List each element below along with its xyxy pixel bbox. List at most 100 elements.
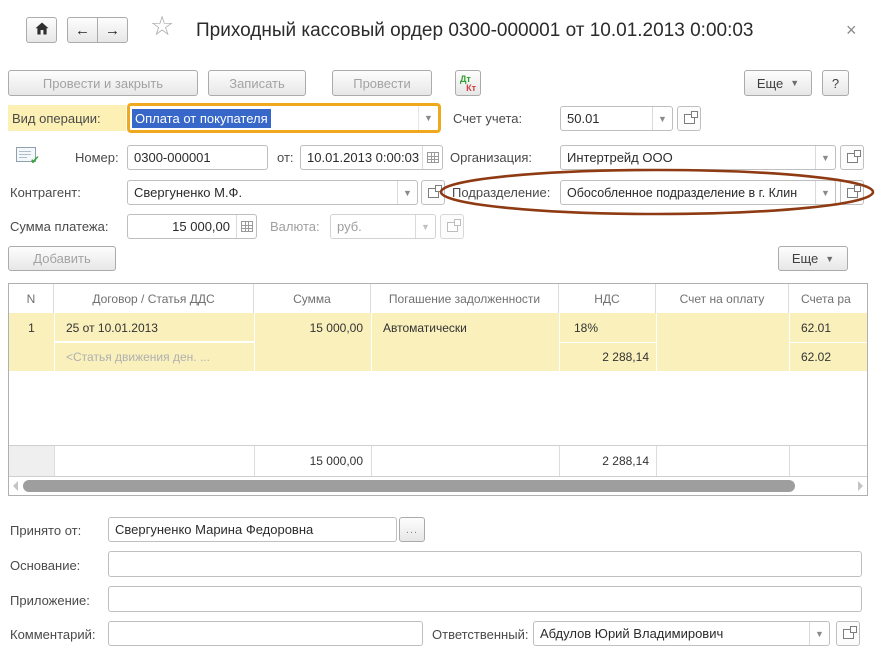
cell-repayment[interactable]: Автоматически — [383, 313, 557, 342]
table-row[interactable]: 1 25 от 10.01.2013 <Статья движения ден.… — [9, 313, 867, 371]
more-button-table[interactable]: Еще ▼ — [778, 246, 848, 271]
received-from-select-button[interactable]: ... — [399, 517, 425, 542]
chevron-down-icon: ▼ — [403, 188, 412, 198]
cell-row-number[interactable]: 1 — [9, 313, 54, 342]
ellipsis-icon: ... — [406, 524, 418, 536]
basis-input[interactable] — [108, 551, 862, 577]
cash-receipt-order-window: ← → ☆ Приходный кассовый ордер 0300-0000… — [0, 0, 877, 658]
account-combo[interactable]: 50.01 ▼ — [560, 106, 673, 131]
appendix-input[interactable] — [108, 586, 862, 612]
scroll-left-icon[interactable] — [13, 481, 18, 491]
post-and-close-button[interactable]: Провести и закрыть — [8, 70, 198, 96]
forward-button[interactable]: → — [97, 17, 128, 43]
chevron-down-icon: ▼ — [421, 222, 430, 232]
help-label: ? — [832, 76, 839, 91]
forward-icon: → — [105, 22, 120, 39]
favorite-star-icon[interactable]: ☆ — [150, 13, 174, 40]
close-icon[interactable]: × — [846, 21, 857, 39]
cell-vat-rate[interactable]: 18% — [574, 313, 654, 342]
received-from-input[interactable] — [108, 517, 397, 542]
more-label: Еще — [757, 76, 783, 91]
date-label: от: — [277, 150, 294, 165]
write-label: Записать — [229, 76, 285, 91]
col-header-accounts[interactable]: Счета ра — [789, 284, 867, 313]
back-button[interactable]: ← — [67, 17, 98, 43]
more-button-top[interactable]: Еще ▼ — [744, 70, 812, 96]
operation-dropdown[interactable]: ▼ — [418, 106, 438, 130]
chevron-down-icon: ▼ — [825, 254, 834, 264]
col-header-sum[interactable]: Сумма — [254, 284, 371, 313]
chevron-down-icon: ▼ — [821, 153, 830, 163]
totals-row-header — [9, 446, 55, 476]
more-label: Еще — [792, 251, 818, 266]
write-button[interactable]: Записать — [208, 70, 306, 96]
total-vat: 2 288,14 — [559, 446, 649, 476]
post-and-close-label: Провести и закрыть — [43, 76, 163, 91]
operation-value: Оплата от покупателя — [132, 109, 271, 128]
col-header-invoice[interactable]: Счет на оплату — [656, 284, 789, 313]
add-label: Добавить — [33, 251, 90, 266]
account-value: 50.01 — [561, 107, 652, 130]
col-header-repayment[interactable]: Погашение задолженности — [371, 284, 559, 313]
scroll-right-icon[interactable] — [858, 481, 863, 491]
horizontal-scrollbar[interactable] — [9, 477, 867, 495]
currency-open-button[interactable] — [440, 214, 464, 239]
responsible-label: Ответственный: — [432, 627, 528, 642]
totals-row: 15 000,00 2 288,14 — [9, 445, 867, 477]
organization-dropdown[interactable]: ▼ — [815, 146, 835, 169]
open-icon — [428, 188, 439, 198]
currency-combo[interactable]: руб. ▼ — [330, 214, 436, 239]
currency-dropdown[interactable]: ▼ — [415, 215, 435, 238]
account-dropdown[interactable]: ▼ — [652, 107, 672, 130]
add-row-button[interactable]: Добавить — [8, 246, 116, 271]
comment-input[interactable] — [108, 621, 423, 646]
cell-vat-sum[interactable]: 2 288,14 — [559, 342, 649, 371]
contractor-value: Свергуненко М.Ф. — [128, 181, 397, 204]
cell-cashflow-placeholder[interactable]: <Статья движения ден. ... — [66, 342, 252, 371]
organization-value: Интертрейд ООО — [561, 146, 815, 169]
dtkt-postings-button[interactable]: Дт Кт — [455, 70, 481, 96]
date-field[interactable]: 10.01.2013 0:00:03 — [300, 145, 443, 170]
currency-label: Валюта: — [270, 219, 320, 234]
cell-advance-account[interactable]: 62.02 — [801, 342, 867, 371]
cell-invoice[interactable] — [656, 313, 789, 342]
received-from-label: Принято от: — [10, 523, 81, 538]
col-header-contract[interactable]: Договор / Статья ДДС — [54, 284, 254, 313]
col-header-vat[interactable]: НДС — [559, 284, 656, 313]
scrollbar-thumb[interactable] — [23, 480, 795, 492]
account-open-button[interactable] — [677, 106, 701, 131]
open-icon — [447, 222, 458, 232]
calculator-button[interactable] — [236, 215, 256, 238]
post-button[interactable]: Провести — [332, 70, 432, 96]
home-button[interactable] — [26, 17, 57, 43]
total-sum: 15 000,00 — [254, 446, 363, 476]
cell-settlement-account[interactable]: 62.01 — [801, 313, 867, 342]
amount-field[interactable]: 15 000,00 — [127, 214, 257, 239]
responsible-combo[interactable]: Абдулов Юрий Владимирович ▼ — [533, 621, 830, 646]
calendar-button[interactable] — [422, 146, 442, 169]
date-value: 10.01.2013 0:00:03 — [301, 146, 422, 169]
cell-contract[interactable]: 25 от 10.01.2013 — [66, 313, 252, 342]
kt-icon: Кт — [466, 84, 476, 93]
col-header-n[interactable]: N — [9, 284, 54, 313]
calculator-icon — [241, 221, 253, 232]
contractor-label: Контрагент: — [10, 185, 81, 200]
chevron-down-icon: ▼ — [424, 113, 433, 123]
cell-sum[interactable]: 15 000,00 — [254, 313, 363, 342]
chevron-down-icon: ▼ — [790, 78, 799, 88]
home-icon — [35, 22, 49, 38]
operation-combo[interactable]: Оплата от покупателя ▼ — [127, 103, 441, 133]
basis-label: Основание: — [10, 558, 80, 573]
responsible-dropdown[interactable]: ▼ — [809, 622, 829, 645]
open-icon — [684, 114, 695, 124]
responsible-open-button[interactable] — [836, 621, 860, 646]
organization-label: Организация: — [450, 150, 532, 165]
amount-label: Сумма платежа: — [10, 219, 108, 234]
annotation-ellipse — [438, 167, 876, 217]
help-button[interactable]: ? — [822, 70, 849, 96]
contractor-dropdown[interactable]: ▼ — [397, 181, 417, 204]
chevron-down-icon: ▼ — [658, 114, 667, 124]
contractor-combo[interactable]: Свергуненко М.Ф. ▼ — [127, 180, 418, 205]
page-title: Приходный кассовый ордер 0300-000001 от … — [196, 20, 754, 42]
number-input[interactable] — [127, 145, 268, 170]
